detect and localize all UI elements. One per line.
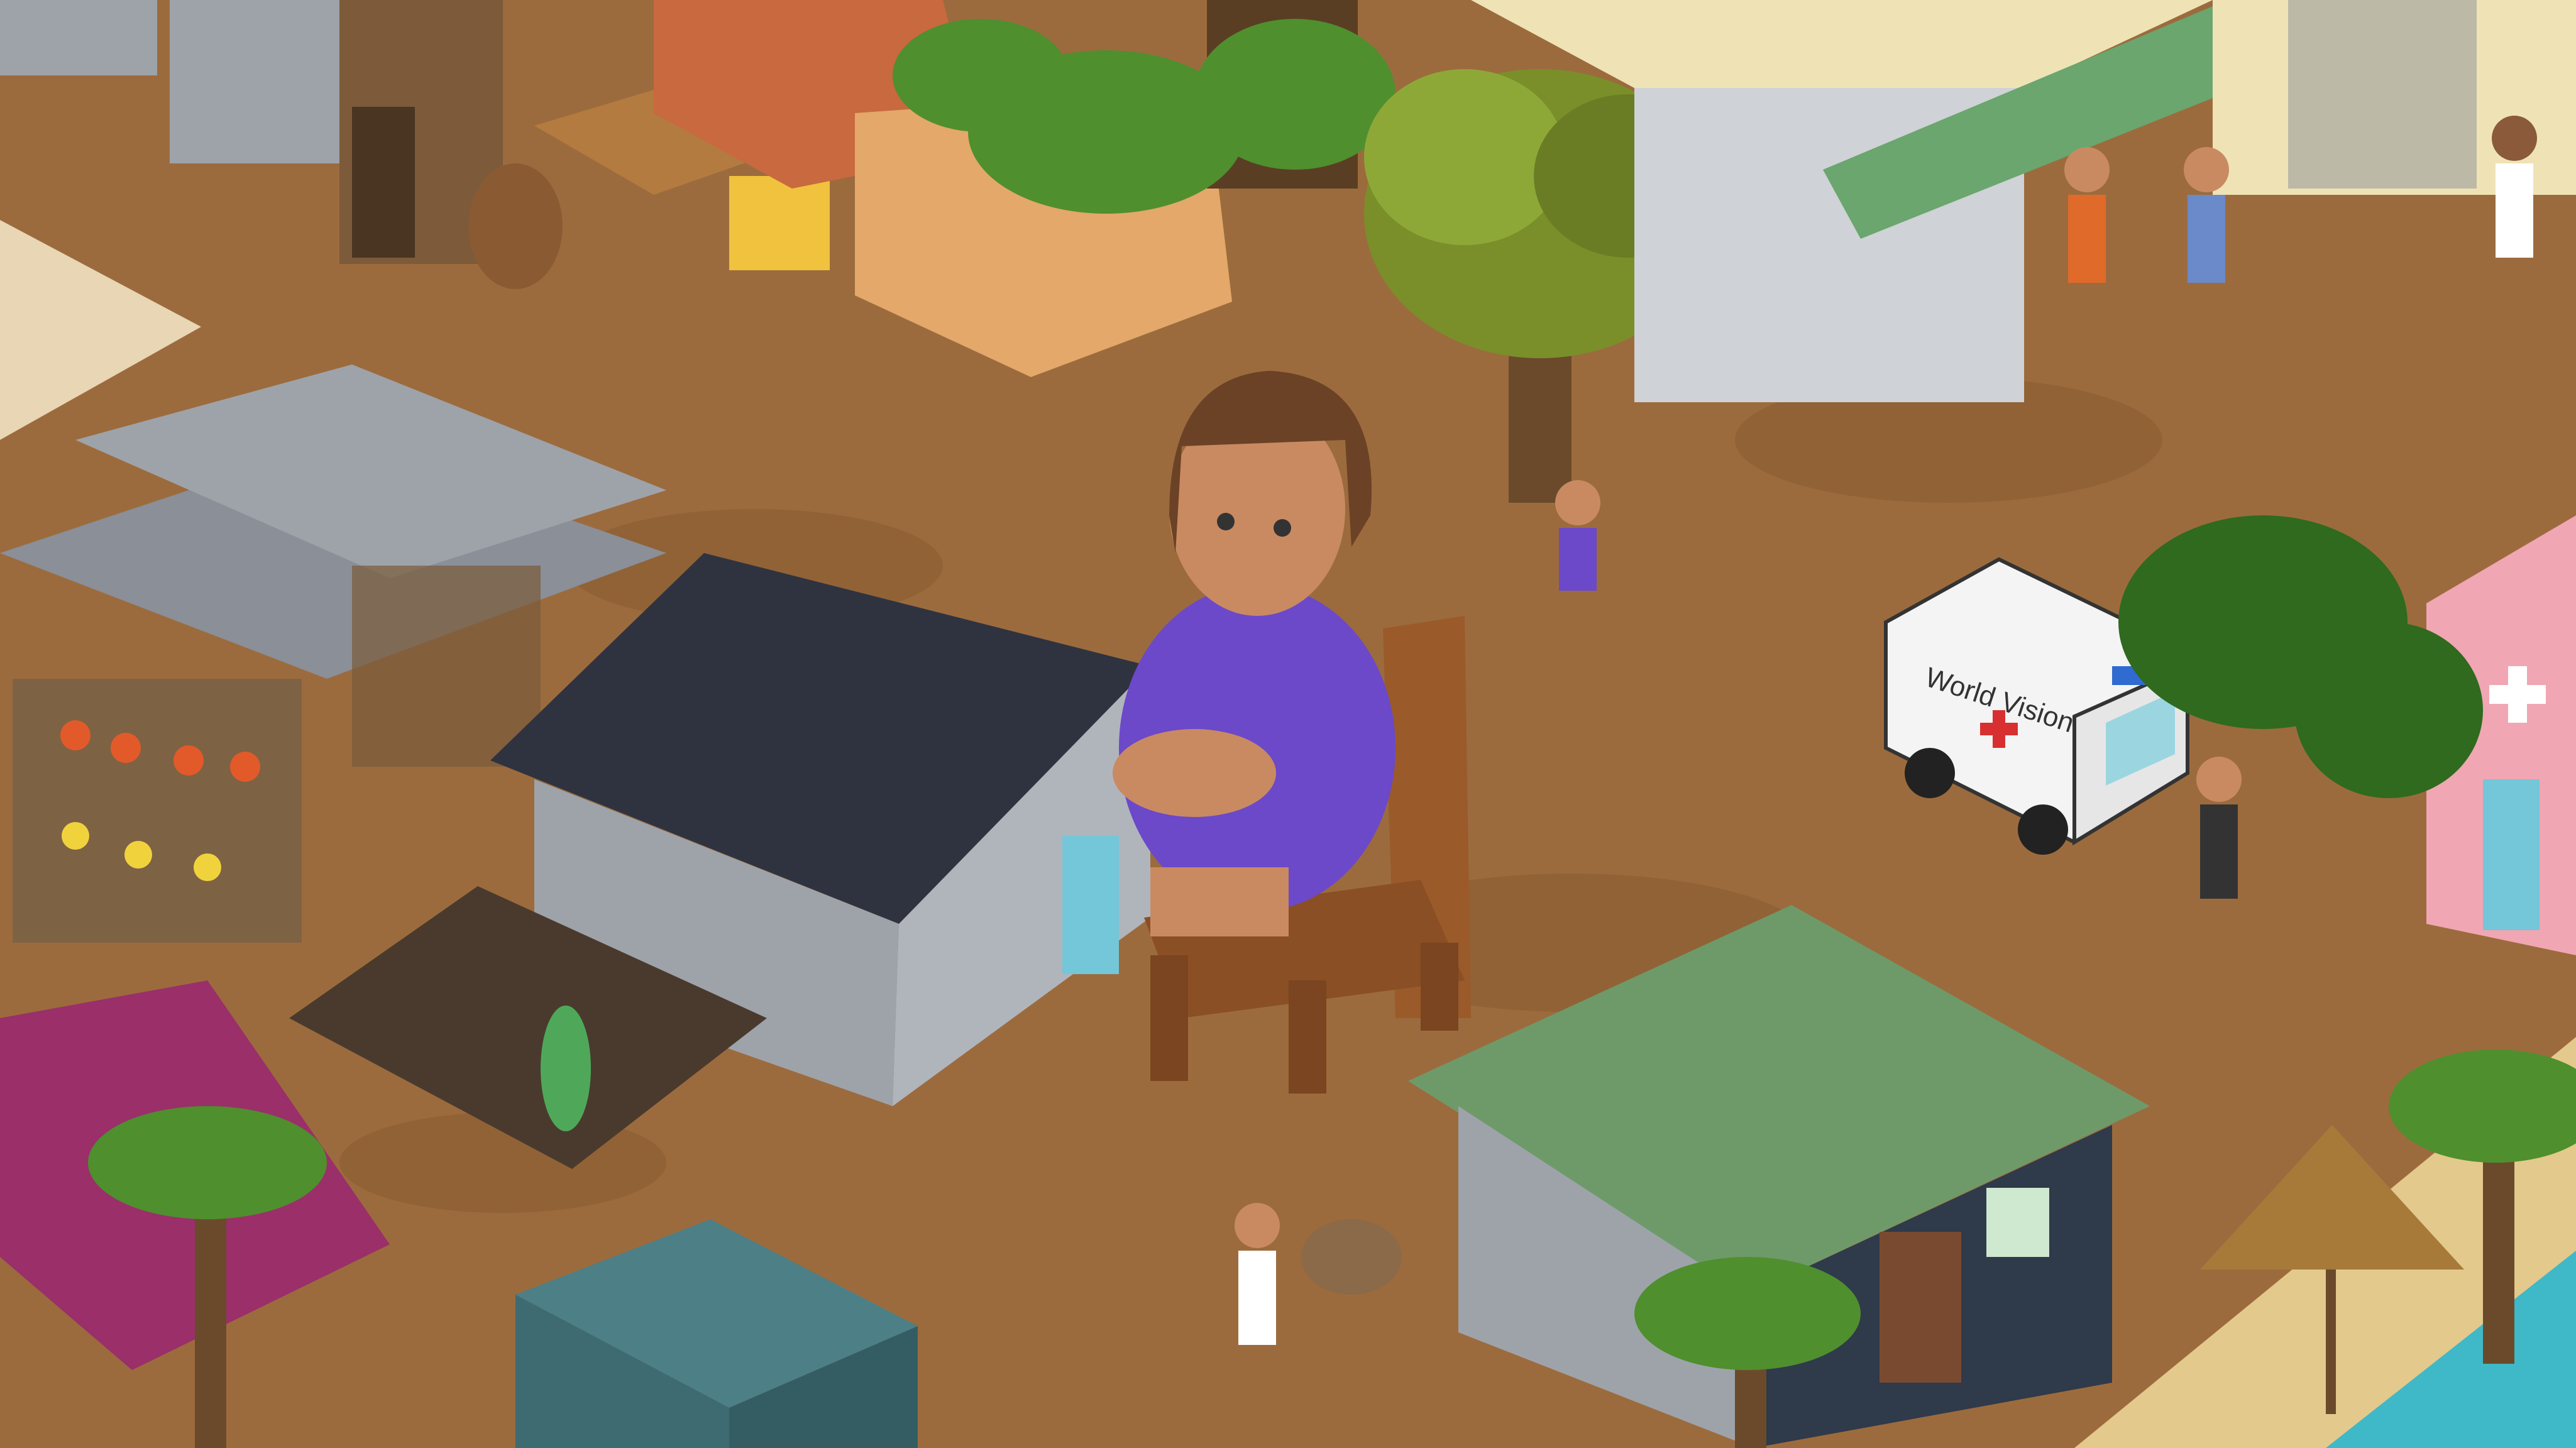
wheel bbox=[1905, 748, 1955, 798]
avatar[interactable] bbox=[2196, 757, 2242, 899]
game-scene[interactable]: World Vision bbox=[0, 0, 2576, 1448]
house-window bbox=[1986, 1188, 2049, 1257]
chair-leg bbox=[1150, 955, 1188, 1081]
avatar[interactable] bbox=[1555, 480, 1600, 591]
shack-door bbox=[1062, 836, 1119, 974]
seated-avatar-deck bbox=[541, 1006, 591, 1131]
barrel bbox=[468, 163, 563, 289]
avatar-arm bbox=[1113, 729, 1276, 817]
wheel bbox=[2018, 804, 2068, 855]
avatar[interactable] bbox=[1235, 1203, 1280, 1345]
avatar-eye bbox=[1217, 513, 1235, 530]
clinic-door bbox=[2483, 779, 2540, 930]
house-door bbox=[1880, 1232, 1961, 1383]
avatar-legs bbox=[1150, 867, 1289, 936]
avatar[interactable] bbox=[2184, 147, 2229, 283]
tree-stump bbox=[1301, 1219, 1402, 1295]
red-cross-v bbox=[1993, 710, 2005, 748]
chair-leg bbox=[1289, 980, 1326, 1094]
chair-leg bbox=[1421, 943, 1458, 1031]
crate bbox=[729, 176, 830, 270]
avatar-eye bbox=[1274, 519, 1291, 537]
avatar[interactable] bbox=[2064, 147, 2110, 283]
avatar[interactable] bbox=[2492, 116, 2537, 258]
